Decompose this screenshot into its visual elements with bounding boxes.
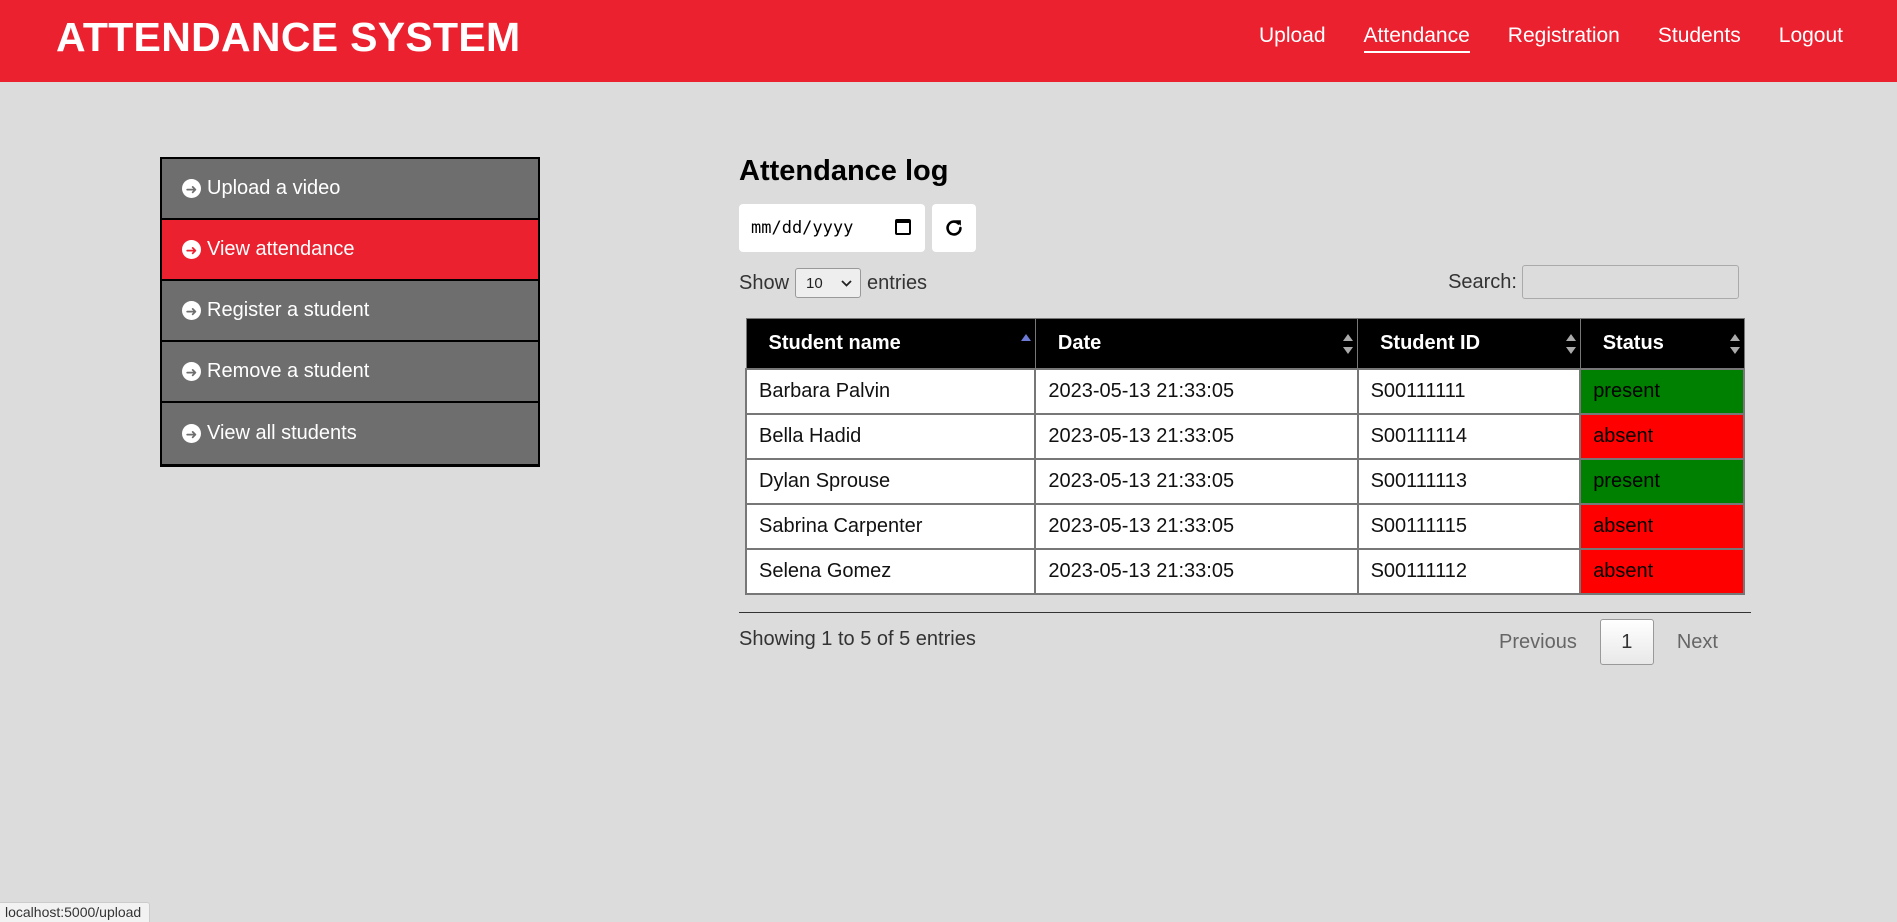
entries-select[interactable]: 10 — [795, 268, 862, 298]
column-header-date[interactable]: Date — [1034, 318, 1359, 369]
table-row: Barbara Palvin 2023-05-13 21:33:05 S0011… — [744, 367, 1745, 415]
cell-student-name: Sabrina Carpenter — [744, 502, 1037, 550]
date-filter-input[interactable]: mm/dd/yyyy — [739, 204, 925, 252]
cell-date: 2023-05-13 21:33:05 — [1034, 502, 1359, 550]
arrow-circle-right-icon: ➜ — [182, 240, 201, 259]
sidebar-item-view-all-students[interactable]: ➜ View all students — [162, 403, 538, 464]
nav-students[interactable]: Students — [1658, 24, 1741, 53]
sidebar-item-label: Register a student — [207, 299, 370, 321]
pagination-previous[interactable]: Previous — [1484, 631, 1592, 654]
chevron-down-icon — [841, 279, 852, 287]
cell-student-name: Dylan Sprouse — [744, 457, 1037, 505]
column-header-status[interactable]: Status — [1579, 318, 1745, 369]
cell-status: absent — [1579, 547, 1745, 595]
search-label: Search: — [1448, 270, 1517, 293]
main-nav: Upload Attendance Registration Students … — [1259, 24, 1843, 53]
sort-icon — [1565, 334, 1576, 354]
search-input[interactable] — [1522, 265, 1739, 299]
cell-status: absent — [1579, 412, 1745, 460]
top-navbar: ATTENDANCE SYSTEM Upload Attendance Regi… — [0, 0, 1897, 82]
table-row: Dylan Sprouse 2023-05-13 21:33:05 S00111… — [744, 457, 1745, 505]
sidebar-item-label: Remove a student — [207, 360, 370, 382]
cell-status: present — [1579, 367, 1745, 415]
cell-student-name: Barbara Palvin — [744, 367, 1037, 415]
sidebar-item-remove-student[interactable]: ➜ Remove a student — [162, 342, 538, 403]
cell-date: 2023-05-13 21:33:05 — [1034, 547, 1359, 595]
cell-student-id: S00111112 — [1356, 547, 1582, 595]
attendance-table: Student name Date Student ID Status Barb… — [744, 318, 1745, 595]
pagination-page-1[interactable]: 1 — [1599, 619, 1654, 665]
entries-length-control: Show 10 entries — [739, 268, 927, 298]
refresh-button[interactable] — [932, 204, 976, 252]
sidebar-item-register-student[interactable]: ➜ Register a student — [162, 281, 538, 342]
cell-status: absent — [1579, 502, 1745, 550]
table-row: Sabrina Carpenter 2023-05-13 21:33:05 S0… — [744, 502, 1745, 550]
column-header-student-name[interactable]: Student name — [745, 318, 1036, 369]
date-placeholder: mm/dd/yyyy — [751, 218, 854, 238]
pagination-next[interactable]: Next — [1662, 631, 1733, 654]
cell-student-id: S00111114 — [1356, 412, 1582, 460]
sidebar-menu: ➜ Upload a video ➜ View attendance ➜ Reg… — [160, 157, 540, 467]
arrow-circle-right-icon: ➜ — [182, 179, 201, 198]
table-search: Search: — [1448, 265, 1739, 299]
entries-select-value: 10 — [806, 274, 823, 292]
length-show-label: Show — [739, 271, 790, 294]
cell-student-name: Selena Gomez — [744, 547, 1037, 595]
cell-date: 2023-05-13 21:33:05 — [1034, 367, 1359, 415]
refresh-icon — [946, 220, 962, 236]
length-entries-label: entries — [867, 271, 928, 294]
cell-student-id: S00111115 — [1356, 502, 1582, 550]
page-title: Attendance log — [739, 155, 949, 187]
cell-student-id: S00111113 — [1356, 457, 1582, 505]
sidebar-item-label: View all students — [207, 422, 357, 444]
cell-student-name: Bella Hadid — [744, 412, 1037, 460]
cell-student-id: S00111111 — [1356, 367, 1582, 415]
cell-status: present — [1579, 457, 1745, 505]
table-row: Bella Hadid 2023-05-13 21:33:05 S0011111… — [744, 412, 1745, 460]
calendar-icon[interactable] — [895, 219, 911, 235]
arrow-circle-right-icon: ➜ — [182, 424, 201, 443]
sidebar-item-label: Upload a video — [207, 177, 341, 199]
arrow-circle-right-icon: ➜ — [182, 362, 201, 381]
nav-upload[interactable]: Upload — [1259, 24, 1326, 53]
browser-status-url: localhost:5000/upload — [0, 902, 151, 922]
sort-icon — [1343, 334, 1354, 354]
arrow-circle-right-icon: ➜ — [182, 301, 201, 320]
app-brand[interactable]: ATTENDANCE SYSTEM — [56, 14, 520, 61]
sidebar-item-label: View attendance — [207, 238, 355, 260]
sidebar-item-view-attendance[interactable]: ➜ View attendance — [162, 220, 538, 281]
column-header-student-id[interactable]: Student ID — [1357, 318, 1581, 369]
pagination: Previous 1 Next — [1484, 619, 1733, 665]
table-row: Selena Gomez 2023-05-13 21:33:05 S001111… — [744, 547, 1745, 595]
cell-date: 2023-05-13 21:33:05 — [1034, 412, 1359, 460]
nav-registration[interactable]: Registration — [1508, 24, 1620, 53]
nav-logout[interactable]: Logout — [1779, 24, 1843, 53]
cell-date: 2023-05-13 21:33:05 — [1034, 457, 1359, 505]
sort-icon — [1729, 334, 1740, 354]
sidebar-item-upload-video[interactable]: ➜ Upload a video — [162, 159, 538, 220]
sort-ascending-icon — [1020, 334, 1031, 354]
table-footer-divider — [739, 612, 1751, 613]
nav-attendance[interactable]: Attendance — [1363, 24, 1470, 53]
table-info: Showing 1 to 5 of 5 entries — [739, 628, 976, 650]
table-header-row: Student name Date Student ID Status — [745, 318, 1745, 369]
